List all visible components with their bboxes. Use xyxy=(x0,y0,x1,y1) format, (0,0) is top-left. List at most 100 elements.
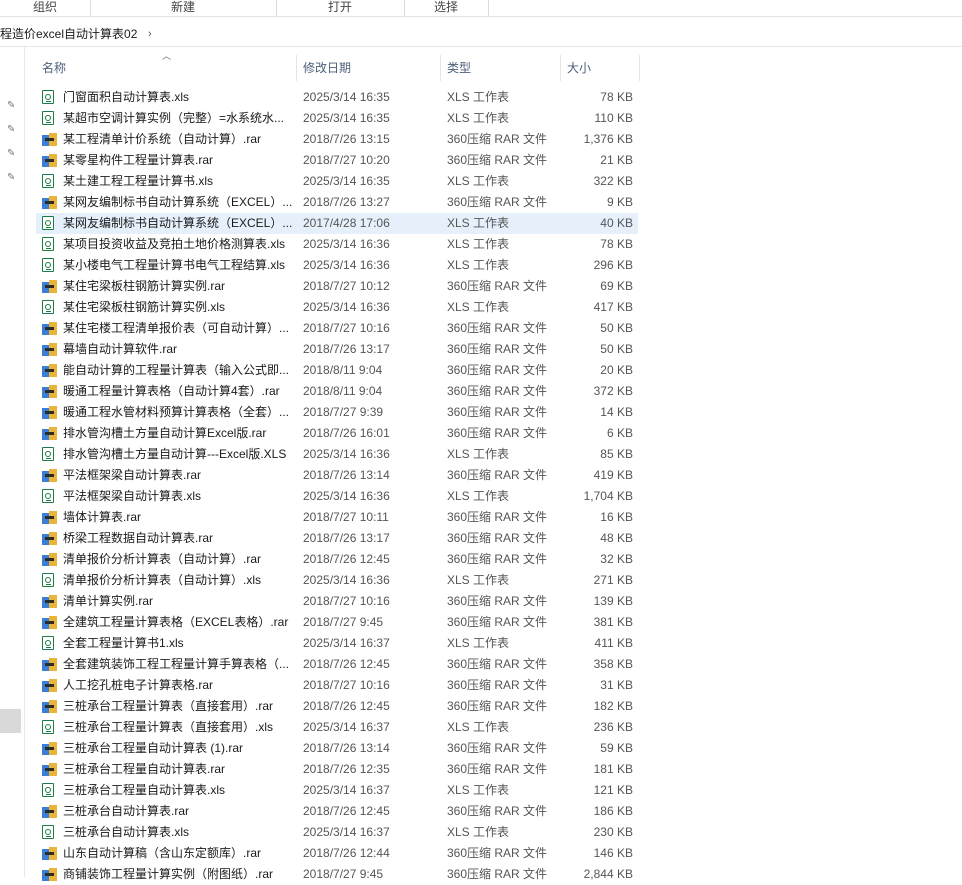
file-row[interactable]: 桥梁工程数据自动计算表.rar 2018/7/26 13:17 360压缩 RAR … xyxy=(36,528,638,549)
file-size: 9 KB xyxy=(606,195,633,209)
file-modified-date: 2018/7/27 10:16 xyxy=(303,321,390,335)
rar-icon xyxy=(42,510,57,525)
file-row[interactable]: 三桩承台工程量计算表（直接套用）.rar 2018/7/26 12:45 360压缩… xyxy=(36,696,638,717)
file-modified-date: 2025/3/14 16:35 xyxy=(303,90,390,104)
file-row[interactable]: 清单报价分析计算表（自动计算）.xls 2025/3/14 16:36 XLS 工作… xyxy=(36,570,638,591)
rar-icon xyxy=(42,321,57,336)
file-type: XLS 工作表 xyxy=(447,720,510,734)
file-row[interactable]: 全套工程量计算书1.xls 2025/3/14 16:37 XLS 工作表 411 K… xyxy=(36,633,638,654)
file-modified-date: 2025/3/14 16:36 xyxy=(303,237,390,251)
file-row[interactable]: 排水管沟槽土方量自动计算---Excel版.XLS 2025/3/14 16:36… xyxy=(36,444,638,465)
rar-icon xyxy=(42,342,57,357)
file-modified-date: 2025/3/14 16:36 xyxy=(303,300,390,314)
xls-icon xyxy=(42,300,57,315)
file-row[interactable]: 能自动计算的工程量计算表（输入公式即... 2018/8/11 9:04 360压缩… xyxy=(36,360,638,381)
file-row[interactable]: 三桩承台工程量计算表（直接套用）.xls 2025/3/14 16:37 XLS 工… xyxy=(36,717,638,738)
file-modified-date: 2025/3/14 16:37 xyxy=(303,720,390,734)
file-size: 78 KB xyxy=(600,90,633,104)
file-row[interactable]: 三桩承台工程量自动计算表.xls 2025/3/14 16:37 XLS 工作表 12… xyxy=(36,780,638,801)
file-modified-date: 2018/7/27 9:39 xyxy=(303,405,384,419)
file-row[interactable]: 全建筑工程量计算表格（EXCEL表格）.rar 2018/7/27 9:45 360… xyxy=(36,612,638,633)
column-header-size[interactable]: 大小 xyxy=(561,55,640,81)
file-name: 人工挖孔桩电子计算表格.rar xyxy=(63,678,214,692)
file-row[interactable]: 全套建筑装饰工程工程量计算手算表格（... 2018/7/26 12:45 360压… xyxy=(36,654,638,675)
file-type: 360压缩 RAR 文件 xyxy=(447,846,548,860)
file-modified-date: 2018/7/26 13:27 xyxy=(303,195,390,209)
file-row[interactable]: 清单报价分析计算表（自动计算）.rar 2018/7/26 12:45 360压缩 … xyxy=(36,549,638,570)
file-row[interactable]: 排水管沟槽土方量自动计算Excel版.rar 2018/7/26 16:01 360… xyxy=(36,423,638,444)
file-modified-date: 2018/7/26 12:44 xyxy=(303,846,390,860)
file-row[interactable]: 某超市空调计算实例（完整）=水系统水... 2025/3/14 16:35 XLS … xyxy=(36,108,638,129)
pin-icon[interactable]: ✎ xyxy=(7,149,17,159)
navigation-pane[interactable]: ✎ ✎ ✎ ✎ xyxy=(0,47,25,877)
breadcrumb-current-folder[interactable]: 程造价excel自动计算表02 xyxy=(0,26,137,42)
file-row[interactable]: 某项目投资收益及竞拍土地价格测算表.xls 2025/3/14 16:36 XLS … xyxy=(36,234,638,255)
file-row[interactable]: 暖通工程量计算表格（自动计算4套）.rar 2018/8/11 9:04 360压缩… xyxy=(36,381,638,402)
file-row[interactable]: 平法框架梁自动计算表.xls 2025/3/14 16:36 XLS 工作表 1,70… xyxy=(36,486,638,507)
file-row[interactable]: 三桩承台工程量自动计算表.rar 2018/7/26 12:35 360压缩 RAR… xyxy=(36,759,638,780)
xls-icon xyxy=(42,447,57,462)
file-name: 某网友编制标书自动计算系统（EXCEL）... xyxy=(63,195,293,209)
breadcrumb-chevron-icon[interactable]: › xyxy=(148,26,152,42)
file-name: 某土建工程工程量计算书.xls xyxy=(63,174,214,188)
file-modified-date: 2025/3/14 16:37 xyxy=(303,783,390,797)
file-size: 121 KB xyxy=(593,783,633,797)
file-modified-date: 2025/3/14 16:36 xyxy=(303,258,390,272)
file-row[interactable]: 三桩承台自动计算表.rar 2018/7/26 12:45 360压缩 RAR 文件… xyxy=(36,801,638,822)
file-type: 360压缩 RAR 文件 xyxy=(447,279,548,293)
file-modified-date: 2018/7/27 10:16 xyxy=(303,594,390,608)
file-size: 31 KB xyxy=(600,678,633,692)
file-row[interactable]: 三桩承台工程量自动计算表 (1).rar 2018/7/26 13:14 360压缩… xyxy=(36,738,638,759)
file-modified-date: 2018/7/26 12:45 xyxy=(303,804,390,818)
file-row[interactable]: 某住宅梁板柱钢筋计算实例.xls 2025/3/14 16:36 XLS 工作表 41… xyxy=(36,297,638,318)
file-row[interactable]: 三桩承台自动计算表.xls 2025/3/14 16:37 XLS 工作表 230 K… xyxy=(36,822,638,843)
file-modified-date: 2018/7/27 10:20 xyxy=(303,153,390,167)
pin-icon[interactable]: ✎ xyxy=(7,173,17,183)
file-row[interactable]: 清单计算实例.rar 2018/7/27 10:16 360压缩 RAR 文件 139… xyxy=(36,591,638,612)
file-size: 411 KB xyxy=(594,636,633,650)
file-row[interactable]: 山东自动计算稿（含山东定额库）.rar 2018/7/26 12:44 360压缩 … xyxy=(36,843,638,864)
xls-icon xyxy=(42,174,57,189)
column-header-name[interactable]: 名称 xyxy=(36,55,297,81)
file-size: 85 KB xyxy=(600,447,633,461)
file-modified-date: 2018/7/26 13:14 xyxy=(303,468,390,482)
file-row[interactable]: 门窗面积自动计算表.xls 2025/3/14 16:35 XLS 工作表 78 KB xyxy=(36,87,638,108)
file-size: 358 KB xyxy=(593,657,633,671)
rar-icon xyxy=(42,762,57,777)
file-modified-date: 2025/3/14 16:36 xyxy=(303,447,390,461)
file-row[interactable]: 某住宅梁板柱钢筋计算实例.rar 2018/7/27 10:12 360压缩 RAR… xyxy=(36,276,638,297)
file-row[interactable]: 某工程清单计价系统（自动计算）.rar 2018/7/26 13:15 360压缩 … xyxy=(36,129,638,150)
column-header-type[interactable]: 类型 xyxy=(441,55,561,81)
file-type: 360压缩 RAR 文件 xyxy=(447,594,548,608)
file-name: 桥梁工程数据自动计算表.rar xyxy=(63,531,214,545)
file-size: 78 KB xyxy=(600,237,633,251)
file-name: 全套建筑装饰工程工程量计算手算表格（... xyxy=(63,657,290,671)
file-name: 三桩承台工程量计算表（直接套用）.xls xyxy=(63,720,274,734)
file-row[interactable]: 墙体计算表.rar 2018/7/27 10:11 360压缩 RAR 文件 16 K… xyxy=(36,507,638,528)
ribbon-group-new: 新建 xyxy=(90,0,277,16)
file-row[interactable]: 平法框架梁自动计算表.rar 2018/7/26 13:14 360压缩 RAR 文… xyxy=(36,465,638,486)
pin-icon[interactable]: ✎ xyxy=(7,125,17,135)
address-bar[interactable]: 程造价excel自动计算表02 › xyxy=(0,22,962,47)
file-row[interactable]: 某小楼电气工程量计算书电气工程结算.xls 2025/3/14 16:36 XLS … xyxy=(36,255,638,276)
file-row[interactable]: 某土建工程工程量计算书.xls 2025/3/14 16:35 XLS 工作表 322… xyxy=(36,171,638,192)
file-row[interactable]: 某住宅楼工程清单报价表（可自动计算）... 2018/7/27 10:16 360压… xyxy=(36,318,638,339)
file-row[interactable]: 幕墙自动计算软件.rar 2018/7/26 13:17 360压缩 RAR 文件 5… xyxy=(36,339,638,360)
file-size: 182 KB xyxy=(593,699,633,713)
file-row[interactable]: 某零星构件工程量计算表.rar 2018/7/27 10:20 360压缩 RAR … xyxy=(36,150,638,171)
nav-selected-item[interactable] xyxy=(0,709,21,733)
column-header-date[interactable]: 修改日期 xyxy=(297,55,441,81)
file-row[interactable]: 某网友编制标书自动计算系统（EXCEL）... 2018/7/26 13:27 36… xyxy=(36,192,638,213)
file-row[interactable]: 某网友编制标书自动计算系统（EXCEL）... 2017/4/28 17:06 XL… xyxy=(36,213,638,234)
file-row[interactable]: 商铺装饰工程量计算实例（附图纸）.rar 2018/7/27 9:45 360压缩 … xyxy=(36,864,638,885)
file-row[interactable]: 人工挖孔桩电子计算表格.rar 2018/7/27 10:16 360压缩 RAR … xyxy=(36,675,638,696)
file-modified-date: 2025/3/14 16:37 xyxy=(303,636,390,650)
file-size: 146 KB xyxy=(593,846,633,860)
file-row[interactable]: 暖通工程水管材料预算计算表格（全套）... 2018/7/27 9:39 360压缩… xyxy=(36,402,638,423)
file-type: 360压缩 RAR 文件 xyxy=(447,699,548,713)
file-modified-date: 2018/7/27 9:45 xyxy=(303,615,384,629)
pin-icon[interactable]: ✎ xyxy=(7,101,17,111)
file-name: 三桩承台工程量自动计算表.rar xyxy=(63,762,226,776)
file-type: XLS 工作表 xyxy=(447,489,510,503)
rar-icon xyxy=(42,363,57,378)
